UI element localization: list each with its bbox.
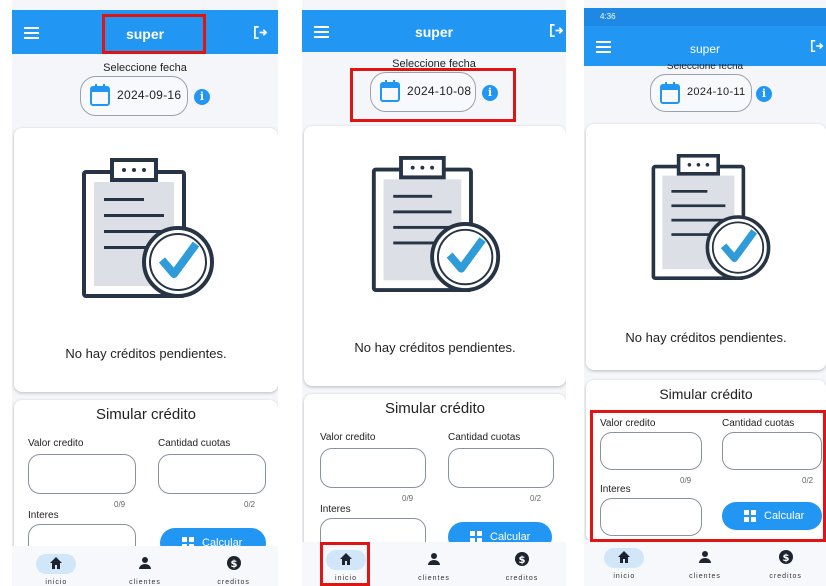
highlight-simulator-form	[590, 410, 826, 542]
installments-input[interactable]	[158, 454, 266, 494]
nav-item-creditos[interactable]: $ creditos	[478, 542, 566, 586]
logout-icon[interactable]	[549, 23, 564, 38]
app-title: super	[414, 24, 454, 40]
person-icon	[138, 557, 151, 569]
date-label: Seleccione fecha	[666, 64, 744, 72]
amount-counter: 0/9	[114, 500, 126, 509]
clipboard-check-icon	[371, 156, 501, 292]
nav-item-creditos[interactable]: $ creditos	[745, 540, 826, 586]
date-label: Seleccione fecha	[103, 62, 187, 74]
status-time: 4:36	[600, 12, 616, 21]
installments-label: Cantidad cuotas	[448, 432, 521, 443]
installments-counter: 0/2	[244, 500, 256, 509]
simulator-card: Simular crédito Valor credito Cantidad c…	[304, 394, 566, 564]
nav-label-clientes: clientes	[689, 573, 721, 580]
nav-item-creditos[interactable]: $ creditos	[189, 546, 278, 586]
dollar-icon: $	[778, 550, 793, 564]
highlight-date-picker	[350, 68, 516, 122]
installments-input[interactable]	[448, 448, 554, 488]
svg-text:$: $	[518, 555, 525, 566]
clipboard-check-icon	[651, 154, 771, 280]
nav-label-clientes: clientes	[418, 575, 450, 582]
amount-label: Valor credito	[320, 432, 376, 443]
date-picker-button[interactable]: 2024-10-11	[650, 74, 752, 112]
app-bar: super	[302, 10, 566, 52]
bottom-nav: inicio clientes $ creditos	[584, 540, 826, 586]
nav-label-inicio: inicio	[45, 579, 68, 586]
empty-credits-message: No hay créditos pendientes.	[625, 330, 787, 345]
empty-credits-card: No hay créditos pendientes.	[304, 126, 566, 386]
highlight-nav-inicio	[320, 542, 370, 586]
info-icon[interactable]: i	[756, 86, 772, 102]
simulator-title: Simular crédito	[659, 386, 753, 402]
logout-icon[interactable]	[253, 25, 268, 40]
empty-credits-card: No hay créditos pendientes.	[586, 124, 826, 370]
nav-label-creditos: creditos	[217, 579, 250, 586]
nav-item-clientes[interactable]: clientes	[101, 546, 190, 586]
calendar-icon	[660, 82, 680, 104]
clipboard-check-icon	[82, 158, 214, 298]
nav-item-inicio[interactable]: inicio	[584, 540, 665, 586]
interest-label: Interes	[320, 504, 351, 515]
screen-panel-2: super Seleccione fecha 2024-10-08 i No h…	[302, 0, 566, 586]
person-icon	[698, 551, 711, 563]
nav-item-inicio[interactable]: inicio	[12, 546, 101, 586]
date-picker-button[interactable]: 2024-09-16	[80, 76, 188, 116]
nav-item-clientes[interactable]: clientes	[665, 540, 746, 586]
svg-text:$: $	[230, 559, 237, 570]
empty-credits-message: No hay créditos pendientes.	[65, 346, 227, 361]
nav-label-inicio: inicio	[613, 573, 636, 580]
nav-label-creditos: creditos	[769, 573, 802, 580]
home-icon	[50, 557, 63, 569]
nav-item-clientes[interactable]: clientes	[390, 542, 478, 586]
bottom-nav: inicio clientes $ creditos	[12, 546, 278, 586]
highlight-app-title	[102, 14, 206, 54]
nav-label-clientes: clientes	[129, 579, 161, 586]
interest-label: Interes	[28, 510, 59, 521]
info-icon[interactable]: i	[194, 89, 210, 105]
amount-label: Valor credito	[28, 438, 84, 449]
amount-counter: 0/9	[402, 494, 414, 503]
calendar-icon	[90, 84, 110, 106]
screen-panel-1: super Seleccione fecha 2024-09-16 i No h…	[12, 0, 278, 586]
selected-date: 2024-10-11	[687, 86, 746, 98]
app-title: super	[689, 42, 721, 56]
simulator-card: Simular crédito Valor credito Cantidad c…	[14, 400, 278, 570]
screen-panel-3: 4:36 super Seleccione fecha 2024-10-11 i…	[584, 0, 826, 586]
installments-counter: 0/2	[530, 494, 542, 503]
amount-input[interactable]	[320, 448, 426, 488]
person-icon	[427, 553, 440, 565]
nav-label-creditos: creditos	[505, 575, 539, 582]
selected-date: 2024-09-16	[117, 88, 182, 102]
dollar-icon: $	[514, 552, 529, 566]
svg-text:$: $	[782, 553, 789, 564]
empty-credits-message: No hay créditos pendientes.	[354, 340, 516, 355]
amount-input[interactable]	[28, 454, 136, 494]
dollar-icon: $	[226, 556, 241, 570]
logout-icon[interactable]	[810, 39, 824, 53]
simulator-title: Simular crédito	[95, 406, 197, 423]
status-bar: 4:36	[584, 8, 826, 26]
empty-credits-card: No hay créditos pendientes.	[14, 128, 278, 392]
installments-label: Cantidad cuotas	[158, 438, 231, 449]
app-bar: super	[584, 26, 826, 66]
home-icon	[618, 551, 631, 563]
simulator-title: Simular crédito	[384, 400, 486, 417]
